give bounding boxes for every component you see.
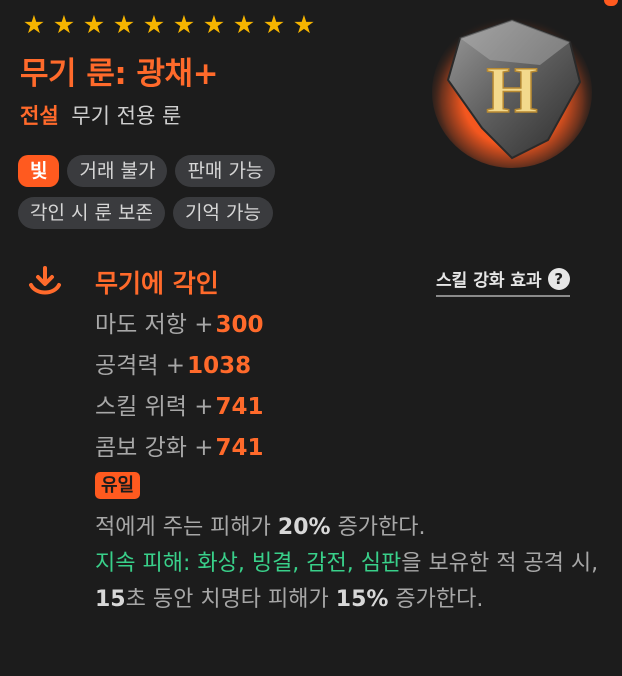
rune-stone-icon: H (432, 16, 592, 168)
desc-value: 15% (335, 587, 389, 612)
star-icon: ★ (202, 10, 226, 39)
desc-value: 15 (95, 587, 126, 612)
star-icon: ★ (112, 10, 136, 39)
unique-badge: 유일 (95, 472, 141, 499)
tag-rememberable: 기억 가능 (173, 197, 273, 229)
star-icon: ★ (262, 10, 286, 39)
skill-enhance-label: 스킬 강화 효과 (436, 271, 542, 291)
stat-combo: 콤보 강화 +741 (95, 431, 264, 472)
stat-attack: 공격력 +1038 (95, 349, 264, 390)
question-mark-icon[interactable]: ? (547, 267, 570, 290)
engrave-title: 무기에 각인 (95, 269, 219, 298)
stat-value: 741 (215, 435, 264, 461)
star-icon: ★ (292, 10, 316, 39)
tag-list: 빛 거래 불가 판매 가능 각인 시 룬 보존 기억 가능 (18, 155, 378, 239)
stat-magic-resist: 마도 저항 +300 (95, 308, 264, 349)
stat-value: 741 (215, 394, 264, 420)
skill-enhance-link[interactable]: 스킬 강화 효과 ? (436, 266, 570, 297)
star-rating: ★ ★ ★ ★ ★ ★ ★ ★ ★ ★ (20, 12, 318, 38)
stat-value: 1038 (187, 353, 252, 379)
stat-label: 마도 저항 + (95, 312, 214, 338)
desc-value: 20% (277, 515, 331, 540)
stat-label: 공격력 + (95, 353, 186, 379)
unique-description: 적에게 주는 피해가 20% 증가한다. 지속 피해: 화상, 빙결, 감전, … (95, 510, 605, 618)
tag-sellable: 판매 가능 (175, 155, 276, 187)
desc-text: 초 동안 치명타 피해가 (125, 587, 336, 612)
desc-text: 을 보유한 적 공격 시, (401, 551, 599, 576)
rarity-label: 전설 (20, 104, 59, 128)
item-type: 무기 전용 룬 (71, 104, 182, 128)
star-icon: ★ (82, 10, 106, 39)
desc-text: 적에게 주는 피해가 (95, 515, 278, 540)
star-icon: ★ (232, 10, 256, 39)
star-icon: ★ (22, 10, 46, 39)
star-icon: ★ (52, 10, 76, 39)
tag-preserve-on-engrave: 각인 시 룬 보존 (18, 197, 165, 229)
download-arrow-icon (29, 266, 61, 295)
stat-value: 300 (215, 312, 264, 338)
item-subtitle: 전설 무기 전용 룬 (20, 100, 181, 130)
stat-list: 마도 저항 +300 공격력 +1038 스킬 위력 +741 콤보 강화 +7… (95, 308, 264, 472)
dot-effect-text: 지속 피해: 화상, 빙결, 감전, 심판 (95, 551, 402, 576)
svg-text:H: H (486, 54, 537, 127)
tag-light: 빛 (18, 155, 60, 187)
star-icon: ★ (142, 10, 166, 39)
item-title: 무기 룬: 광채+ (20, 56, 219, 92)
stat-label: 콤보 강화 + (95, 435, 214, 461)
stat-label: 스킬 위력 + (95, 394, 214, 420)
desc-text: 증가한다. (330, 515, 426, 540)
corner-indicator (604, 0, 618, 6)
tag-untradable: 거래 불가 (67, 155, 168, 187)
desc-text: 증가한다. (388, 587, 484, 612)
stat-skill-power: 스킬 위력 +741 (95, 390, 264, 431)
star-icon: ★ (172, 10, 196, 39)
